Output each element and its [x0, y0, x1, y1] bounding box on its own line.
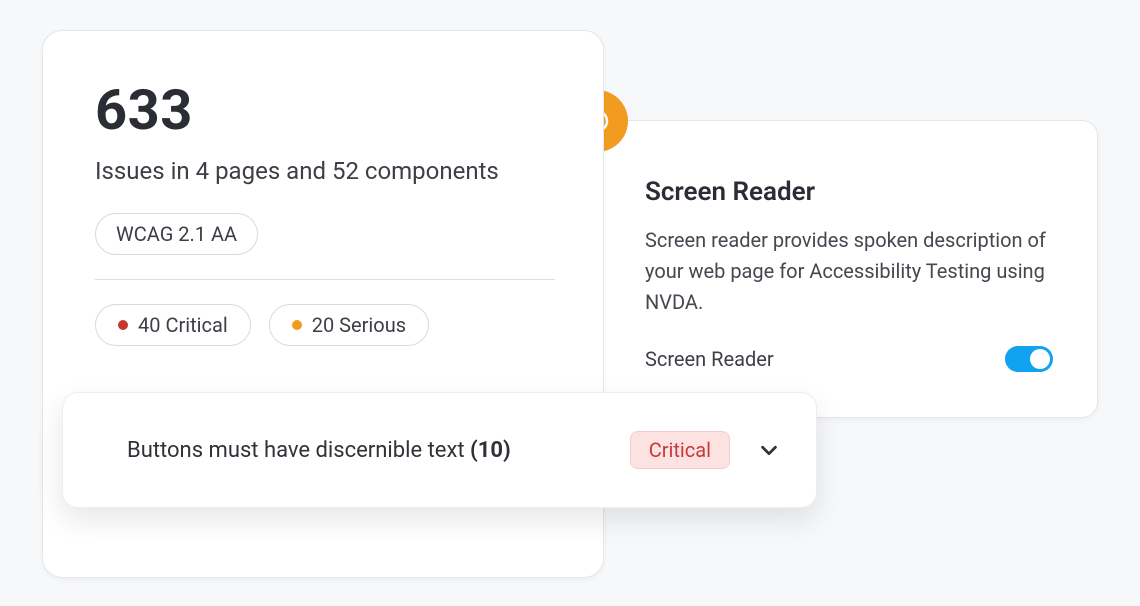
screen-reader-toggle-row: Screen Reader — [645, 346, 1053, 372]
dot-icon — [118, 320, 128, 330]
toggle-label: Screen Reader — [645, 347, 774, 371]
issues-description: Issues in 4 pages and 52 components — [95, 157, 551, 185]
severity-critical-pill[interactable]: 40 Critical — [95, 304, 251, 346]
screen-reader-description: Screen reader provides spoken descriptio… — [645, 225, 1053, 318]
divider — [95, 279, 555, 280]
screen-reader-toggle[interactable] — [1005, 346, 1053, 372]
compliance-tag-row: WCAG 2.1 AA — [95, 213, 551, 255]
severity-badge: Critical — [630, 431, 730, 469]
screen-reader-title: Screen Reader — [645, 177, 1053, 207]
issue-row[interactable]: Buttons must have discernible text (10) … — [62, 392, 817, 508]
severity-label: 40 Critical — [138, 313, 228, 337]
severity-serious-pill[interactable]: 20 Serious — [269, 304, 429, 346]
compliance-tag[interactable]: WCAG 2.1 AA — [95, 213, 258, 255]
issues-total-count: 633 — [95, 77, 551, 143]
severity-label: 20 Serious — [312, 313, 406, 337]
issue-title: Buttons must have discernible text (10) — [127, 438, 630, 463]
issue-count: (10) — [470, 438, 511, 463]
screen-reader-card: Screen Reader Screen reader provides spo… — [596, 120, 1098, 418]
issue-title-text: Buttons must have discernible text — [127, 438, 470, 463]
chevron-down-icon[interactable] — [758, 439, 780, 461]
severity-row: 40 Critical 20 Serious — [95, 304, 551, 346]
dot-icon — [292, 320, 302, 330]
toggle-knob — [1030, 349, 1050, 369]
